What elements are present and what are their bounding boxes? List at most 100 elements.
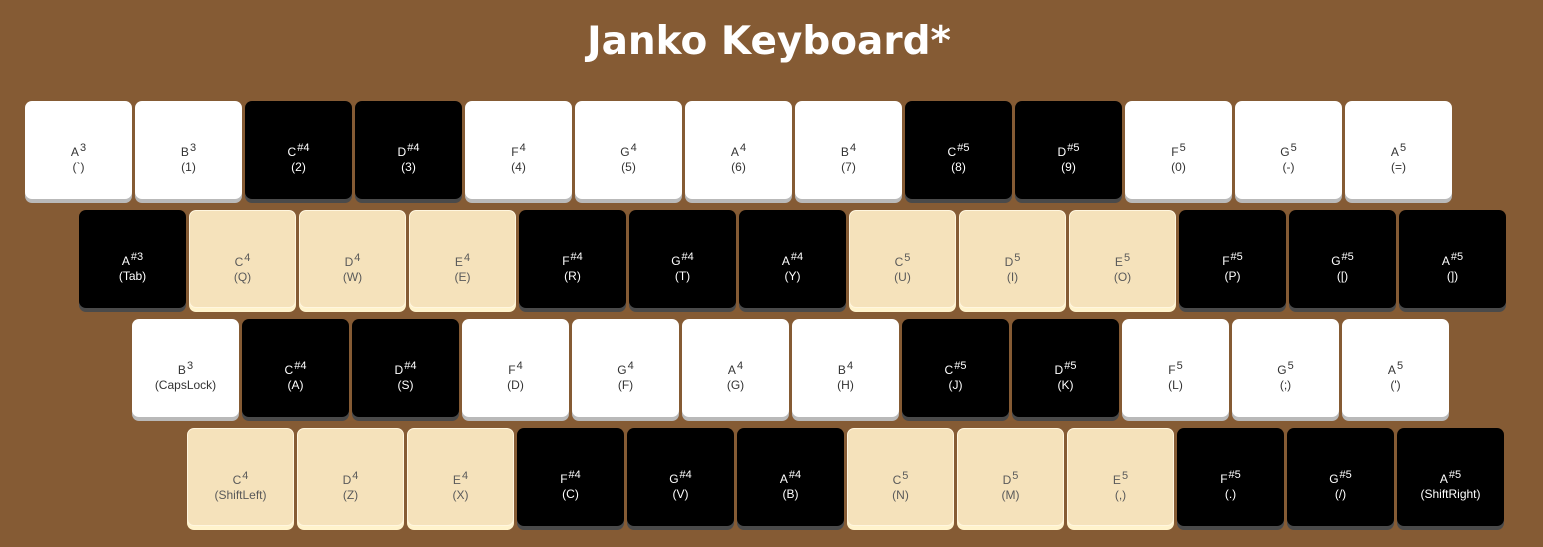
key-note: A#3	[79, 251, 186, 269]
piano-key[interactable]: C#5 (8)	[905, 101, 1012, 199]
key-label: A#5(])	[1399, 251, 1506, 283]
piano-key[interactable]: F#5 (P)	[1179, 210, 1286, 308]
piano-key[interactable]: E5 (,)	[1067, 428, 1174, 526]
note-letter: G	[1331, 254, 1341, 268]
key-note: B4	[795, 142, 902, 160]
keyboard-shortcut: (5)	[621, 160, 636, 174]
note-letter: E	[1114, 255, 1123, 269]
note-letter: D	[344, 255, 354, 269]
piano-key[interactable]: G#4 (T)	[629, 210, 736, 308]
piano-key[interactable]: C4 (Q)	[189, 210, 296, 308]
piano-key[interactable]: A5 (=)	[1345, 101, 1452, 199]
keyboard-shortcut: (Z)	[342, 488, 359, 502]
piano-key[interactable]: D#5 (K)	[1012, 319, 1119, 417]
piano-key[interactable]: A4 (6)	[685, 101, 792, 199]
piano-key[interactable]: C#4 (A)	[242, 319, 349, 417]
piano-key[interactable]: A#3 (Tab)	[79, 210, 186, 308]
key-note: C#5	[902, 360, 1009, 378]
piano-key[interactable]: C4 (ShiftLeft)	[187, 428, 294, 526]
key-note: G5	[1235, 142, 1342, 160]
keyboard-shortcut: (2)	[291, 160, 306, 174]
key-label: A4 (6)	[685, 142, 792, 174]
piano-key[interactable]: D4 (Z)	[297, 428, 404, 526]
piano-key[interactable]: C#4 (2)	[245, 101, 352, 199]
note-letter: B	[840, 145, 849, 159]
piano-key[interactable]: D#4 (3)	[355, 101, 462, 199]
piano-key[interactable]: B3 (1)	[135, 101, 242, 199]
piano-key[interactable]: F#4 (C)	[517, 428, 624, 526]
key-label: B4 (7)	[795, 142, 902, 174]
piano-key[interactable]: F5 (0)	[1125, 101, 1232, 199]
piano-key[interactable]: E5 (O)	[1069, 210, 1176, 308]
key-label: D4 (W)	[300, 252, 405, 284]
key-label: F4 (D)	[462, 360, 569, 392]
key-label: F5 (0)	[1125, 142, 1232, 174]
key-note: C#4	[245, 142, 352, 160]
note-octave: 5	[1179, 142, 1186, 154]
piano-key[interactable]: C5 (N)	[847, 428, 954, 526]
piano-key[interactable]: E4 (X)	[407, 428, 514, 526]
piano-key[interactable]: D4 (W)	[299, 210, 406, 308]
piano-key[interactable]: F4 (4)	[465, 101, 572, 199]
piano-key[interactable]: D5 (I)	[959, 210, 1066, 308]
keyboard-shortcut: (Tab)	[118, 269, 147, 283]
key-note: F#4	[517, 469, 624, 487]
piano-key[interactable]: B3 (CapsLock)	[132, 319, 239, 417]
piano-key[interactable]: D5 (M)	[957, 428, 1064, 526]
piano-key[interactable]: D#4 (S)	[352, 319, 459, 417]
key-note: F#5	[1179, 251, 1286, 269]
piano-key[interactable]: C#5 (J)	[902, 319, 1009, 417]
piano-key[interactable]: A5 (')	[1342, 319, 1449, 417]
piano-key[interactable]: G4 (5)	[575, 101, 682, 199]
note-octave: #4	[404, 360, 417, 372]
note-letter: G	[620, 145, 630, 159]
key-label: A#3 (Tab)	[79, 251, 186, 283]
piano-key[interactable]: C5 (U)	[849, 210, 956, 308]
note-letter: D	[1054, 363, 1064, 377]
piano-key[interactable]: B4 (7)	[795, 101, 902, 199]
piano-key[interactable]: G5 (;)	[1232, 319, 1339, 417]
note-octave: 4	[463, 252, 471, 264]
piano-key[interactable]: F#5 (.)	[1177, 428, 1284, 526]
keyboard-shortcut: (F)	[617, 378, 634, 392]
note-letter: C	[944, 363, 954, 377]
key-label: D5 (I)	[960, 252, 1065, 284]
note-letter: F	[1220, 472, 1228, 486]
piano-key[interactable]: G#5 (/)	[1287, 428, 1394, 526]
piano-key[interactable]: F4 (D)	[462, 319, 569, 417]
note-octave: 5	[1176, 360, 1183, 372]
piano-key[interactable]: E4 (E)	[409, 210, 516, 308]
keyboard-shortcut: (4)	[511, 160, 526, 174]
note-letter: G	[669, 472, 679, 486]
piano-key[interactable]: G#4 (V)	[627, 428, 734, 526]
piano-key[interactable]: G5 (-)	[1235, 101, 1342, 199]
page-title: Janko Keyboard*	[587, 19, 951, 64]
note-octave: #4	[570, 251, 583, 263]
piano-key[interactable]: A#4 (B)	[737, 428, 844, 526]
piano-key[interactable]: F5 (L)	[1122, 319, 1229, 417]
key-label: F4 (4)	[465, 142, 572, 174]
note-letter: F	[1168, 363, 1176, 377]
key-label: D#4 (3)	[355, 142, 462, 174]
key-row-2: A#3 (Tab) C4 (Q) D4 (W) E4 (E) F#4 (R) G#4 (T) A#4 (Y…	[79, 210, 1509, 314]
key-note: D4	[300, 252, 405, 270]
note-letter: G	[1277, 363, 1287, 377]
piano-key[interactable]: A3 (`)	[25, 101, 132, 199]
key-note: G#5	[1287, 469, 1394, 487]
key-label: F#5 (.)	[1177, 469, 1284, 501]
note-octave: 5	[1014, 252, 1021, 264]
piano-key[interactable]: D#5 (9)	[1015, 101, 1122, 199]
piano-key[interactable]: A#5(])	[1399, 210, 1506, 308]
key-note: A#5	[1397, 469, 1504, 487]
piano-key[interactable]: G4 (F)	[572, 319, 679, 417]
key-label: G#5([)	[1289, 251, 1396, 283]
piano-key[interactable]: A#5 (ShiftRight)	[1397, 428, 1504, 526]
piano-key[interactable]: A4 (G)	[682, 319, 789, 417]
key-label: E5 (,)	[1068, 470, 1173, 502]
key-note: A3	[25, 142, 132, 160]
piano-key[interactable]: A#4 (Y)	[739, 210, 846, 308]
keyboard-shortcut: (7)	[841, 160, 856, 174]
piano-key[interactable]: B4 (H)	[792, 319, 899, 417]
piano-key[interactable]: F#4 (R)	[519, 210, 626, 308]
piano-key[interactable]: G#5([)	[1289, 210, 1396, 308]
